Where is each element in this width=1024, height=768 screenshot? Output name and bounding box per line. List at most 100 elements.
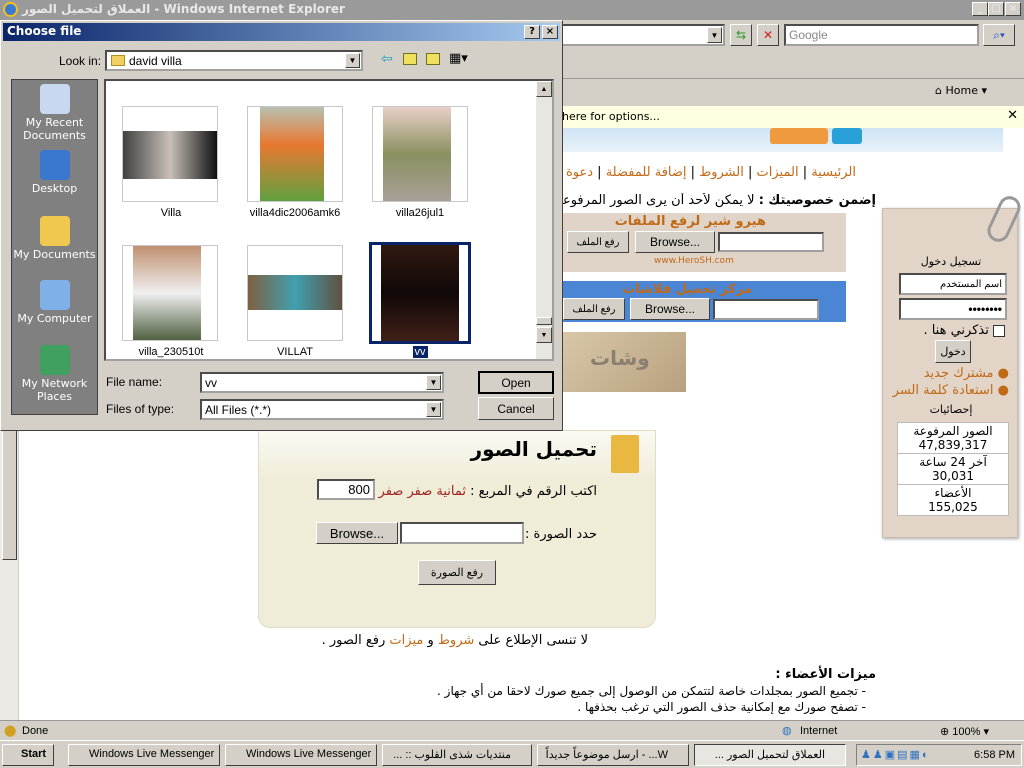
browser-title: العملاق لتحميل الصور - Windows Internet …	[22, 2, 345, 16]
nav-invite[interactable]: دعوة	[566, 165, 593, 180]
remember-me[interactable]: تذكرني هنا .	[923, 323, 1005, 338]
captcha-input[interactable]: 800	[317, 479, 375, 500]
chat-ad-banner[interactable]: وشات	[560, 332, 686, 392]
folder-icon	[611, 435, 639, 473]
search-button[interactable]: ⌕▾	[983, 24, 1015, 46]
open-button[interactable]: Open	[478, 371, 554, 394]
help-button[interactable]: ?	[524, 25, 540, 39]
taskbar-item-post[interactable]: W... - ارسل موضوعاً جديداً	[537, 744, 689, 766]
stats-title: إحصائيات	[929, 403, 973, 416]
start-button[interactable]: Start	[2, 744, 54, 766]
file-thumb-villa_230510t[interactable]	[122, 245, 218, 341]
dialog-close-button[interactable]: ×	[542, 25, 558, 39]
warning-icon: ⬤	[4, 725, 17, 737]
taskbar-item-active[interactable]: العملاق لتحميل الصور ...	[694, 744, 846, 766]
search-input[interactable]: Google	[784, 24, 979, 46]
flash-upload-box: مركز تحميل فلاشات رفع الملف Browse...	[560, 281, 846, 322]
place-network[interactable]: My Network Places	[12, 345, 97, 403]
maximize-button[interactable]: □	[988, 2, 1004, 16]
file-name-label[interactable]: villa26jul1	[355, 207, 485, 219]
recover-password-link[interactable]: ● استعادة كلمة السر	[893, 383, 1009, 398]
file-list-scrollbar[interactable]: ▲ ▼	[536, 81, 552, 359]
username-input[interactable]: اسم المستخدم	[899, 273, 1007, 295]
look-in-select[interactable]: david villa ▼	[105, 50, 363, 71]
place-recent[interactable]: My Recent Documents	[12, 84, 97, 142]
file-name-label: File name:	[106, 375, 163, 389]
register-link[interactable]: ● مشترك جديد	[924, 366, 1009, 381]
file-name-label[interactable]: VILLAT	[230, 346, 360, 358]
taskbar-item-messenger[interactable]: Windows Live Messenger	[68, 744, 220, 766]
file-thumb-villa[interactable]	[122, 106, 218, 202]
features-link[interactable]: ميزات	[389, 633, 423, 648]
place-my-computer[interactable]: My Computer	[12, 280, 97, 325]
place-desktop[interactable]: Desktop	[12, 150, 97, 195]
file-name-label[interactable]: villa_230510t	[106, 346, 236, 358]
minimize-button[interactable]: _	[972, 2, 988, 16]
upload-file-input[interactable]	[400, 522, 524, 544]
flash-browse-button[interactable]: Browse...	[630, 298, 710, 320]
ie-logo-icon	[3, 2, 18, 17]
cancel-button[interactable]: Cancel	[478, 397, 554, 420]
file-thumb-villa4dic2006amk6[interactable]	[247, 106, 343, 202]
hero-share-box: هيرو شير لرفع الملفات رفع الملف Browse..…	[560, 213, 846, 272]
stats-table: الصور المرفوعة 47,839,317 آخر 24 ساعة 30,0…	[897, 422, 1009, 516]
file-thumb-villat[interactable]	[247, 245, 343, 341]
zoom-control[interactable]: ⊕ 100% ▾	[940, 725, 989, 738]
upload-browse-button[interactable]: Browse...	[316, 522, 398, 544]
refresh-button[interactable]: ⇆	[730, 24, 752, 46]
stat-24h: آخر 24 ساعة 30,031	[897, 453, 1009, 485]
file-name-input[interactable]: vv ▼	[200, 372, 444, 393]
terms-link[interactable]: شروط	[438, 633, 474, 648]
file-name-label-selected[interactable]: vv	[355, 346, 485, 358]
hero-title: هيرو شير لرفع الملفات	[614, 214, 766, 229]
stop-button[interactable]: ✕	[757, 24, 779, 46]
upload-submit-button[interactable]: رفع الصورة	[418, 560, 496, 585]
taskbar-item-forum[interactable]: منتديات شذى القلوب :: ...	[382, 744, 532, 766]
information-bar[interactable]: here for options... ✕	[540, 106, 1024, 128]
nav-terms[interactable]: الشروط	[699, 165, 744, 180]
file-type-select[interactable]: All Files (*.*) ▼	[200, 399, 444, 420]
taskbar-item-messenger[interactable]: Windows Live Messenger	[225, 744, 377, 766]
back-icon[interactable]: ⇦	[381, 51, 393, 67]
remember-checkbox[interactable]	[993, 324, 1005, 337]
place-my-documents[interactable]: My Documents	[12, 216, 97, 261]
address-bar[interactable]: ▼	[540, 24, 725, 46]
hero-url-link[interactable]: www.HeroSH.com	[654, 256, 734, 266]
site-banner	[560, 128, 1003, 152]
close-icon[interactable]: ✕	[1007, 108, 1018, 123]
captcha-label: اكتب الرقم في المربع : ثمانية صفر صفر	[378, 484, 597, 499]
home-button[interactable]: ⌂ Home ▾	[935, 84, 987, 97]
flash-upload-button[interactable]: رفع الملف	[563, 298, 625, 320]
login-panel: تسجيل دخول اسم المستخدم •••••••• تذكرني …	[882, 192, 1024, 538]
folder-icon	[111, 55, 125, 66]
my-documents-icon	[39, 216, 70, 246]
hero-file-input[interactable]	[718, 232, 824, 252]
new-folder-icon[interactable]	[426, 53, 440, 65]
nav-home[interactable]: الرئيسية	[811, 165, 856, 180]
flash-file-input[interactable]	[713, 299, 819, 320]
hero-browse-button[interactable]: Browse...	[635, 231, 715, 253]
view-menu-icon[interactable]: ▦▾	[449, 51, 468, 66]
close-button[interactable]: ×	[1005, 2, 1021, 16]
login-title: تسجيل دخول	[920, 255, 982, 268]
security-zone: Internet	[800, 725, 838, 737]
nav-favorites[interactable]: إضافة للمفضلة	[606, 165, 687, 180]
file-name-label[interactable]: villa4dic2006amk6	[230, 207, 360, 219]
file-thumb-vv-selected[interactable]	[369, 242, 471, 344]
login-button[interactable]: دخول	[935, 340, 971, 363]
terms-reminder: لا تنسى الإطلاع على شروط و ميزات رفع الص…	[321, 633, 588, 648]
dialog-title-bar: Choose file ? ×	[3, 23, 560, 41]
file-list[interactable]: ▲ ▼ Villa villa4dic2006amk6 villa26jul1 v…	[104, 79, 554, 361]
file-name-label[interactable]: Villa	[106, 207, 236, 219]
nav-features[interactable]: الميزات	[757, 165, 799, 180]
up-folder-icon[interactable]	[403, 53, 417, 65]
home-icon: ⌂	[935, 84, 942, 97]
tray-icons[interactable]: ♟♟▣▤▦◐	[861, 748, 931, 761]
upload-title: تحميل الصور	[470, 437, 597, 461]
file-thumb-villa26jul1[interactable]	[372, 106, 468, 202]
password-input[interactable]: ••••••••	[899, 298, 1007, 320]
image-upload-box: تحميل الصور اكتب الرقم في المربع : ثماني…	[258, 430, 656, 628]
flash-title: مركز تحميل فلاشات	[622, 282, 752, 297]
member-features-title: ميزات الأعضاء :	[775, 667, 876, 682]
hero-upload-button[interactable]: رفع الملف	[567, 231, 629, 253]
